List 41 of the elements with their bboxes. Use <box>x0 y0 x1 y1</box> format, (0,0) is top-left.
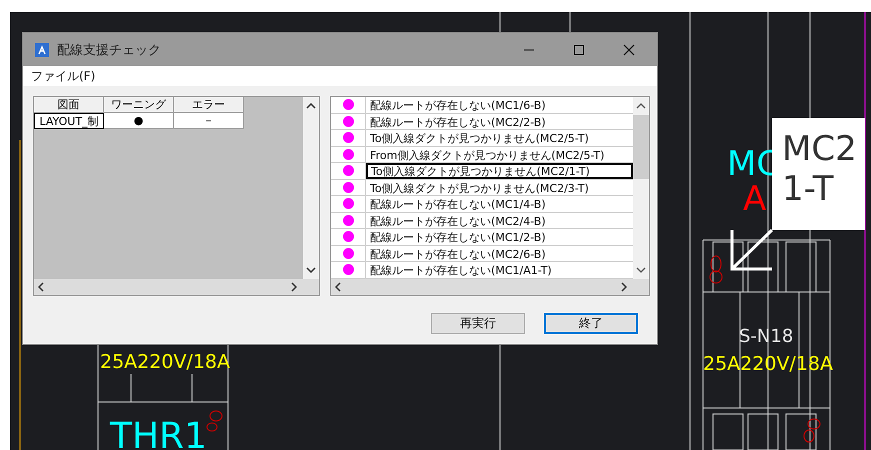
message-item[interactable]: 配線ルートが存在しない(MC2/4-B) <box>366 212 633 228</box>
horizontal-scrollbar[interactable] <box>331 279 649 295</box>
table-cell: LAYOUT_制 <box>34 113 104 129</box>
column-header[interactable]: ワーニング <box>104 97 174 113</box>
wire-marker-drawing <box>710 256 722 284</box>
app-icon <box>35 42 49 56</box>
scroll-down-icon[interactable] <box>306 267 316 273</box>
scroll-left-icon[interactable] <box>335 282 342 292</box>
message-item[interactable]: 配線ルートが存在しない(MC1/6-B) <box>366 97 633 112</box>
table-cell: － <box>174 113 244 129</box>
table-cell: ● <box>104 113 174 129</box>
scroll-right-icon[interactable] <box>621 282 627 292</box>
rerun-button[interactable]: 再実行 <box>431 313 525 334</box>
message-item[interactable]: To側入線ダクトが見つかりません(MC2/3-T) <box>366 180 633 195</box>
column-header[interactable]: 図面 <box>34 97 104 113</box>
callout-label: MC2 1-T <box>772 118 865 230</box>
window-title: 配線支援チェック <box>57 42 161 58</box>
message-item[interactable]: 配線ルートが存在しない(MC1/4-B) <box>366 196 633 212</box>
wire-marker-drawing <box>206 410 222 432</box>
message-item[interactable]: To側入線ダクトが見つかりません(MC2/5-T) <box>366 130 633 146</box>
message-item[interactable]: From側入線ダクトが見つかりません(MC2/5-T) <box>366 146 633 162</box>
column-header[interactable]: エラー <box>174 97 244 113</box>
close-icon[interactable] <box>623 44 635 56</box>
scroll-down-icon[interactable] <box>636 267 646 273</box>
horizontal-scrollbar[interactable] <box>34 279 320 295</box>
scroll-up-icon[interactable] <box>636 103 646 109</box>
maximize-icon[interactable] <box>573 44 585 56</box>
scroll-left-icon[interactable] <box>38 282 44 292</box>
message-item[interactable]: 配線ルートが存在しない(MC1/A1-T) <box>366 262 633 278</box>
drawing-label: THR1 <box>110 416 207 450</box>
scroll-right-icon[interactable] <box>291 282 298 292</box>
close-button[interactable]: 終了 <box>544 313 638 334</box>
message-item[interactable]: 配線ルートが存在しない(MC1/2-B) <box>366 229 633 244</box>
menu-item[interactable]: ファイル(F) <box>31 68 96 84</box>
message-item[interactable]: 配線ルートが存在しない(MC2/6-B) <box>366 246 633 261</box>
message-item[interactable]: To側入線ダクトが見つかりません(MC2/1-T) <box>366 163 633 178</box>
scroll-thumb[interactable] <box>633 115 649 179</box>
scroll-up-icon[interactable] <box>306 103 316 109</box>
wire-marker-drawing <box>804 418 820 442</box>
drawing-label: A <box>743 179 766 219</box>
message-item[interactable]: 配線ルートが存在しない(MC2/2-B) <box>366 114 633 129</box>
